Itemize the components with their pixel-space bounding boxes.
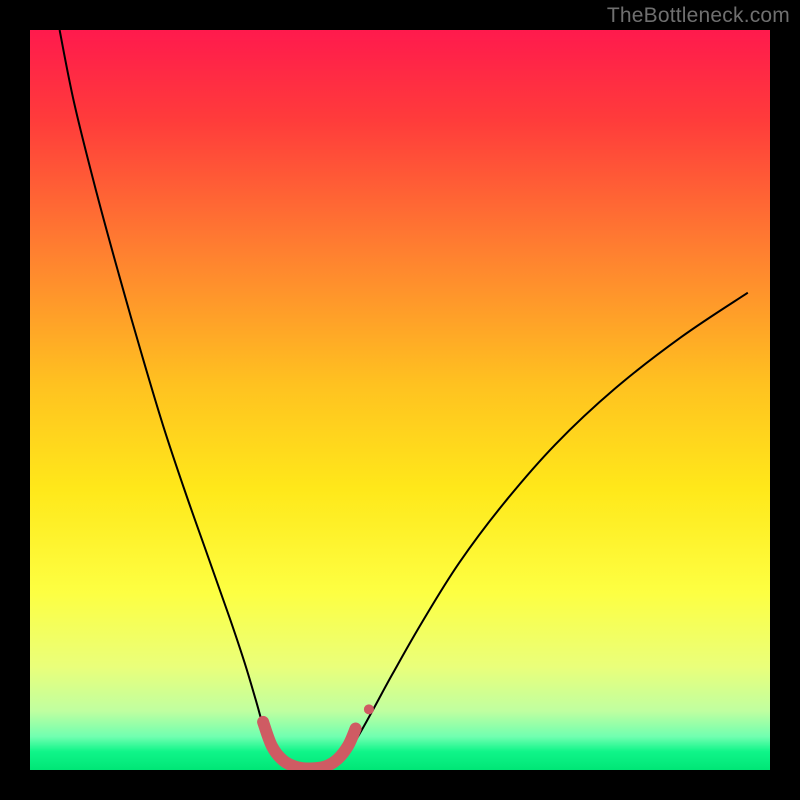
- chart-frame: TheBottleneck.com: [0, 0, 800, 800]
- watermark-text: TheBottleneck.com: [607, 4, 790, 28]
- marker-dot: [364, 704, 374, 714]
- bottleneck-chart: [0, 0, 800, 800]
